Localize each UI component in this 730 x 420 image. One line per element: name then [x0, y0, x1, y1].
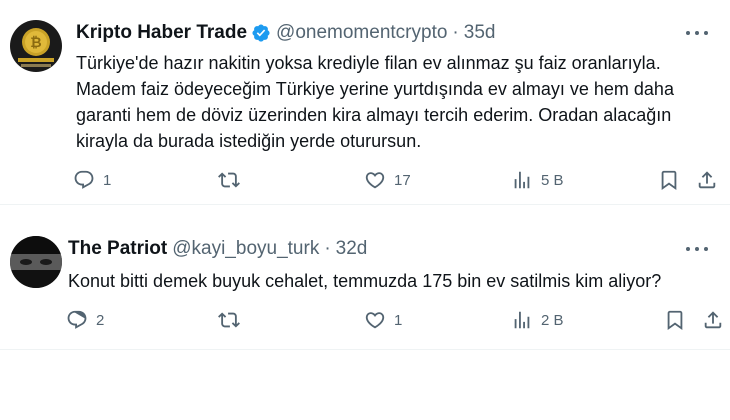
reply-icon — [67, 310, 87, 329]
handle[interactable]: @kayi_boyu_turk — [172, 238, 319, 260]
more-options-icon[interactable] — [686, 240, 708, 258]
avatar[interactable]: ₿ — [10, 20, 62, 72]
tweet-header: The Patriot @kayi_boyu_turk · 32d — [68, 236, 720, 262]
tweet-actions: 1 17 5 B — [0, 169, 730, 195]
reply-count: 2 — [96, 311, 105, 329]
like-count: 17 — [394, 171, 411, 189]
avatar[interactable] — [10, 236, 62, 288]
bookmark-icon — [667, 310, 683, 331]
display-name[interactable]: Kripto Haber Trade — [76, 22, 247, 44]
share-icon — [698, 171, 716, 189]
reply-button[interactable]: 2 — [66, 309, 104, 331]
like-button[interactable]: 1 — [364, 309, 402, 331]
views-icon — [514, 171, 530, 189]
retweet-icon — [218, 312, 240, 328]
retweet-icon — [218, 172, 240, 188]
views-button[interactable]: 5 B — [511, 169, 564, 191]
bookmark-icon — [661, 170, 677, 191]
tweet[interactable]: The Patriot @kayi_boyu_turk · 32d Konut … — [0, 205, 730, 350]
share-icon — [704, 311, 722, 329]
share-button[interactable] — [702, 309, 724, 331]
retweet-button[interactable] — [218, 309, 248, 331]
separator: · — [452, 22, 459, 43]
reply-icon — [74, 170, 94, 189]
svg-text:₿: ₿ — [30, 34, 41, 50]
tweet-actions: 2 1 2 B — [0, 309, 730, 335]
like-button[interactable]: 17 — [364, 169, 411, 191]
tweet-header: Kripto Haber Trade @onemomentcrypto · 35… — [76, 20, 720, 46]
tweet-text: Türkiye'de hazır nakitin yoksa krediyle … — [76, 53, 674, 151]
reply-count: 1 — [103, 171, 112, 189]
bookmark-button[interactable] — [658, 169, 680, 191]
timestamp[interactable]: 35d — [464, 22, 496, 44]
like-count: 1 — [394, 311, 403, 329]
retweet-button[interactable] — [218, 169, 248, 191]
tweet-text: Konut bitti demek buyuk cehalet, temmuzd… — [68, 271, 662, 291]
timestamp[interactable]: 32d — [336, 238, 368, 260]
share-button[interactable] — [696, 169, 718, 191]
handle[interactable]: @onemomentcrypto — [276, 22, 447, 44]
tweet[interactable]: ₿ Kripto Haber Trade @onemomentcrypto · … — [0, 0, 730, 205]
like-icon — [365, 172, 385, 189]
bookmark-button[interactable] — [664, 309, 686, 331]
view-count: 2 B — [541, 311, 564, 329]
separator: · — [324, 238, 331, 259]
display-name[interactable]: The Patriot — [68, 238, 167, 260]
views-button[interactable]: 2 B — [511, 309, 564, 331]
view-count: 5 B — [541, 171, 564, 189]
more-options-icon[interactable] — [686, 24, 708, 42]
like-icon — [365, 312, 385, 329]
reply-button[interactable]: 1 — [73, 169, 111, 191]
views-icon — [514, 311, 530, 329]
verified-badge-icon — [251, 23, 271, 43]
